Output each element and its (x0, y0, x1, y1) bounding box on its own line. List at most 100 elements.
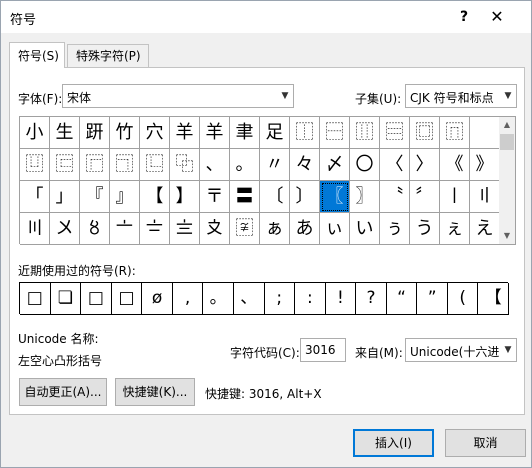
symbol-cell[interactable]: 〖 (320, 181, 350, 213)
char-code-input[interactable]: 3016 (300, 338, 346, 362)
symbol-cell[interactable]: 羊 (200, 117, 230, 149)
symbol-cell[interactable]: 《 (440, 149, 470, 181)
symbol-cell[interactable]: ⿳ (380, 117, 410, 149)
symbol-grid-scrollbar[interactable]: ▲ ▼ (499, 116, 516, 245)
symbol-cell[interactable]: ⿵ (440, 117, 470, 149)
recent-symbol-cell[interactable]: ; (264, 283, 296, 315)
symbol-cell[interactable]: 。 (230, 149, 260, 181)
tab-special-characters[interactable]: 特殊字符(P) (67, 44, 149, 68)
symbol-cell[interactable]: ぁ (260, 213, 290, 245)
symbol-cell[interactable]: 生 (50, 117, 80, 149)
subset-select[interactable]: CJK 符号和标点 ▼ (405, 84, 517, 108)
symbol-cell[interactable]: ぇ (440, 213, 470, 245)
recent-symbol-cell[interactable]: 【 (478, 283, 509, 315)
symbol-cell[interactable]: ⿰ (290, 117, 320, 149)
symbol-cell[interactable]: 〓 (230, 181, 260, 213)
symbol-cell[interactable]: ぃ (320, 213, 350, 245)
symbol-cell[interactable]: 〕 (290, 181, 320, 213)
symbol-cell[interactable]: 足 (260, 117, 290, 149)
symbol-cell[interactable]: ⿶ (20, 149, 50, 181)
symbol-cell[interactable]: ⿷ (50, 149, 80, 181)
chevron-down-icon[interactable]: ▼ (499, 85, 516, 107)
symbol-cell[interactable]: 小 (20, 117, 50, 149)
symbol-cell[interactable]: 〦 (110, 213, 140, 245)
symbol-cell[interactable]: 〾 (230, 213, 260, 245)
recent-symbol-cell[interactable]: □ (20, 283, 51, 315)
symbol-grid[interactable]: 小生趼竹穴羊羊聿足⿰⿱⿲⿳⿴⿵⿶⿷⿸⿹⿺⿻、。〃々〆〇〈〉《》「」『』【】〒〓〔… (19, 116, 500, 245)
chevron-down-icon[interactable]: ▼ (276, 85, 293, 107)
symbol-cell[interactable]: ⿲ (350, 117, 380, 149)
recent-symbol-cell[interactable]: □ (81, 283, 112, 315)
symbol-cell[interactable]: 〥 (80, 213, 110, 245)
scrollbar-thumb[interactable] (500, 134, 514, 150)
from-select[interactable]: Unicode(十六进制) ▼ (405, 338, 517, 362)
recent-symbol-cell[interactable]: □ (111, 283, 143, 315)
symbol-cell[interactable]: 〡 (440, 181, 470, 213)
symbol-cell[interactable]: え (470, 213, 500, 245)
symbol-cell[interactable]: う (410, 213, 440, 245)
symbol-cell[interactable]: 〝 (380, 181, 410, 213)
symbol-cell[interactable]: 〃 (260, 149, 290, 181)
symbol-cell[interactable]: ⿹ (110, 149, 140, 181)
symbol-cell[interactable]: い (350, 213, 380, 245)
autocorrect-button[interactable]: 自动更正(A)... (19, 378, 107, 406)
symbol-cell[interactable]: 〧 (140, 213, 170, 245)
symbol-cell[interactable]: 『 (80, 181, 110, 213)
symbol-cell[interactable]: 趼 (80, 117, 110, 149)
symbol-cell[interactable]: 々 (290, 149, 320, 181)
symbol-cell[interactable]: ⿴ (410, 117, 440, 149)
symbol-cell[interactable]: 〔 (260, 181, 290, 213)
symbol-cell[interactable]: 〣 (20, 213, 50, 245)
symbol-cell[interactable]: 』 (110, 181, 140, 213)
symbol-cell[interactable]: 〨 (170, 213, 200, 245)
symbol-cell[interactable]: 【 (140, 181, 170, 213)
help-button[interactable]: ? (451, 7, 477, 27)
symbol-cell[interactable]: ⿻ (170, 149, 200, 181)
symbol-cell[interactable]: 穴 (140, 117, 170, 149)
symbol-cell[interactable]: 羊 (170, 117, 200, 149)
symbol-cell[interactable]: あ (290, 213, 320, 245)
scroll-down-icon[interactable]: ▼ (499, 228, 515, 244)
symbol-cell[interactable]: 〒 (200, 181, 230, 213)
symbol-cell[interactable]: 〆 (320, 149, 350, 181)
symbol-cell[interactable]: 〩 (200, 213, 230, 245)
close-button[interactable]: ✕ (484, 7, 510, 27)
recent-symbol-cell[interactable]: ❏ (50, 283, 82, 315)
insert-button[interactable]: 插入(I) (353, 429, 434, 457)
recent-symbol-cell[interactable]: : (295, 283, 326, 315)
symbol-cell[interactable] (470, 117, 500, 149)
recent-symbol-cell[interactable]: ? (356, 283, 387, 315)
cancel-button[interactable]: 取消 (445, 429, 526, 457)
symbol-cell[interactable]: 】 (170, 181, 200, 213)
symbol-cell[interactable]: 竹 (110, 117, 140, 149)
scroll-up-icon[interactable]: ▲ (499, 117, 515, 133)
symbol-cell[interactable]: 〇 (350, 149, 380, 181)
chevron-down-icon[interactable]: ▼ (499, 339, 516, 361)
recent-symbol-cell[interactable]: 。 (203, 283, 234, 315)
symbol-cell[interactable]: 「 (20, 181, 50, 213)
symbol-cell[interactable]: 〞 (410, 181, 440, 213)
symbol-cell[interactable]: 》 (470, 149, 500, 181)
tab-symbols[interactable]: 符号(S) (9, 42, 65, 68)
symbol-cell[interactable]: 、 (200, 149, 230, 181)
symbol-cell[interactable]: ぅ (380, 213, 410, 245)
recent-symbol-cell[interactable]: ! (325, 283, 357, 315)
symbol-cell[interactable]: 聿 (230, 117, 260, 149)
recent-symbol-cell[interactable]: ( (447, 283, 479, 315)
symbol-cell[interactable]: 〉 (410, 149, 440, 181)
symbol-cell[interactable]: ⿸ (80, 149, 110, 181)
recent-symbol-cell[interactable]: 、 (233, 283, 265, 315)
recent-symbol-cell[interactable]: “ (386, 283, 418, 315)
recent-symbol-cell[interactable]: ø (142, 283, 173, 315)
symbol-cell[interactable]: 〗 (350, 181, 380, 213)
symbol-cell[interactable]: 〢 (470, 181, 500, 213)
symbol-cell[interactable]: 〈 (380, 149, 410, 181)
symbol-cell[interactable]: 」 (50, 181, 80, 213)
recent-symbol-cell[interactable]: ” (417, 283, 448, 315)
font-select[interactable]: 宋体 ▼ (62, 84, 294, 108)
recent-symbols-grid[interactable]: □ ❏ □ □ ø,。、;:!? “”(【 (19, 282, 509, 315)
recent-symbol-cell[interactable]: , (172, 283, 204, 315)
symbol-cell[interactable]: ⿱ (320, 117, 350, 149)
symbol-cell[interactable]: 〤 (50, 213, 80, 245)
symbol-cell[interactable]: ⿺ (140, 149, 170, 181)
